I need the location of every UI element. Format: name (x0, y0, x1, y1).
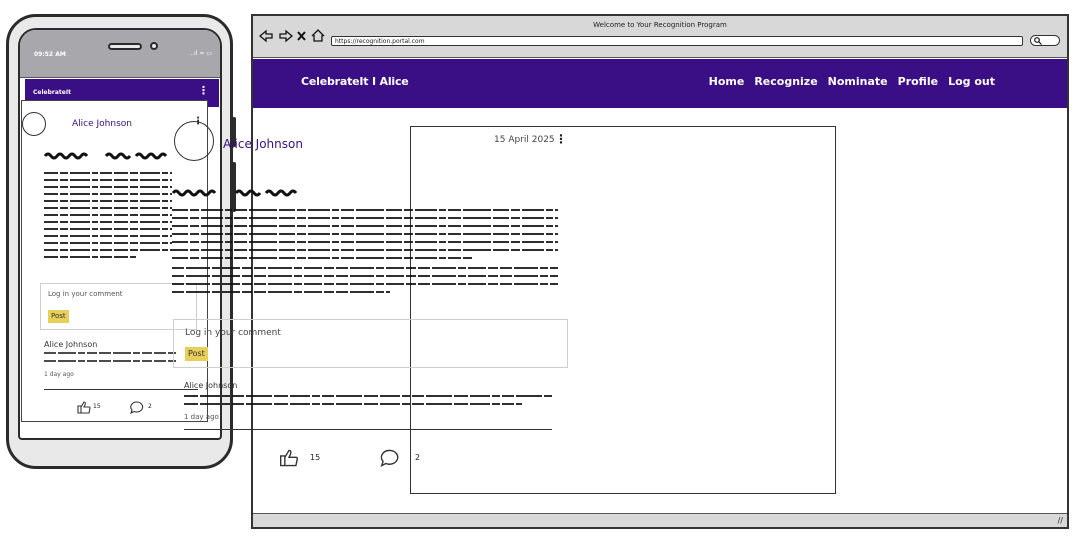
phone-status-bar: 09:52 AM ..ıl ≈ ▭ (20, 30, 220, 78)
desktop-divider (184, 429, 552, 430)
nav-nominate[interactable]: Nominate (828, 75, 888, 88)
resize-grip-icon[interactable]: // (1058, 516, 1063, 525)
nav-logout[interactable]: Log out (948, 75, 995, 88)
mobile-comment-placeholder: Log in your comment (48, 290, 123, 298)
browser-status-bar: // (253, 513, 1067, 527)
desktop-comment-text-scribble (184, 395, 552, 405)
mobile-avatar (22, 112, 46, 136)
desktop-comment-icon[interactable] (380, 449, 400, 467)
nav-home[interactable]: Home (709, 75, 745, 88)
mobile-comment-text-scribble (44, 352, 176, 362)
mobile-post-button[interactable]: Post (48, 310, 69, 323)
mobile-brand[interactable]: CelebrateIt (33, 89, 71, 96)
nav-profile[interactable]: Profile (898, 75, 938, 88)
mobile-like-icon[interactable] (77, 401, 91, 414)
home-icon (311, 29, 325, 42)
mobile-comment-author[interactable]: Alice Johnson (44, 340, 97, 349)
mobile-like-count: 15 (93, 403, 101, 410)
mobile-comment-icon[interactable] (130, 401, 144, 414)
desktop-brand[interactable]: CelebrateIt I Alice (301, 75, 409, 88)
browser-search-field[interactable] (1030, 35, 1060, 46)
browser-chrome: Welcome to Your Recognition Program http… (253, 16, 1067, 58)
desktop-app-bar: CelebrateIt I Alice Home Recognize Nomin… (253, 59, 1067, 108)
search-icon (1034, 37, 1042, 45)
desktop-post-body-scribble-2 (172, 267, 558, 293)
nav-recognize[interactable]: Recognize (754, 75, 817, 88)
desktop-comment-placeholder: Log in your comment (185, 328, 281, 338)
window-title: Welcome to Your Recognition Program (593, 21, 727, 29)
address-bar-url: https://recognition.portal.com (335, 38, 425, 45)
desktop-comment-input[interactable] (173, 319, 568, 368)
close-icon (297, 31, 306, 41)
mobile-post-body-scribble (44, 172, 172, 258)
mobile-post-author[interactable]: Alice Johnson (72, 119, 132, 129)
desktop-post-date: 15 April 2025 (494, 135, 555, 145)
phone-signal-icon: ..ıl ≈ ▭ (190, 50, 212, 57)
mobile-post-title-scribble (44, 152, 168, 160)
back-icon (259, 29, 273, 43)
desktop-comment-count: 2 (415, 453, 421, 462)
mobile-divider (44, 389, 198, 390)
main-nav: Home Recognize Nominate Profile Log out (709, 75, 995, 88)
forward-icon (279, 29, 294, 43)
desktop-post-author[interactable]: Alice Johnson (223, 137, 303, 151)
desktop-post-body-scribble-1 (172, 209, 558, 259)
phone-speaker (108, 43, 142, 50)
mobile-comment-time: 1 day ago (44, 371, 74, 378)
phone-power-button (232, 162, 236, 212)
address-bar[interactable]: https://recognition.portal.com (331, 36, 1023, 46)
desktop-comment-author[interactable]: Alice Johnson (184, 381, 237, 390)
browser-nav-icons (259, 29, 325, 43)
desktop-post-card (410, 126, 836, 494)
desktop-avatar (174, 121, 214, 161)
desktop-comment-time: 1 day ago (184, 413, 219, 421)
desktop-post-button[interactable]: Post (185, 347, 208, 361)
phone-clock: 09:52 AM (34, 51, 66, 58)
desktop-post-title-scribble (172, 189, 298, 197)
desktop-post-menu-icon[interactable]: ⋮ (555, 133, 567, 145)
desktop-like-icon[interactable] (279, 449, 299, 467)
phone-camera (150, 42, 158, 50)
mobile-menu-icon[interactable]: ⋮ (198, 85, 209, 96)
desktop-like-count: 15 (310, 453, 321, 462)
mobile-comment-count: 2 (148, 403, 152, 410)
